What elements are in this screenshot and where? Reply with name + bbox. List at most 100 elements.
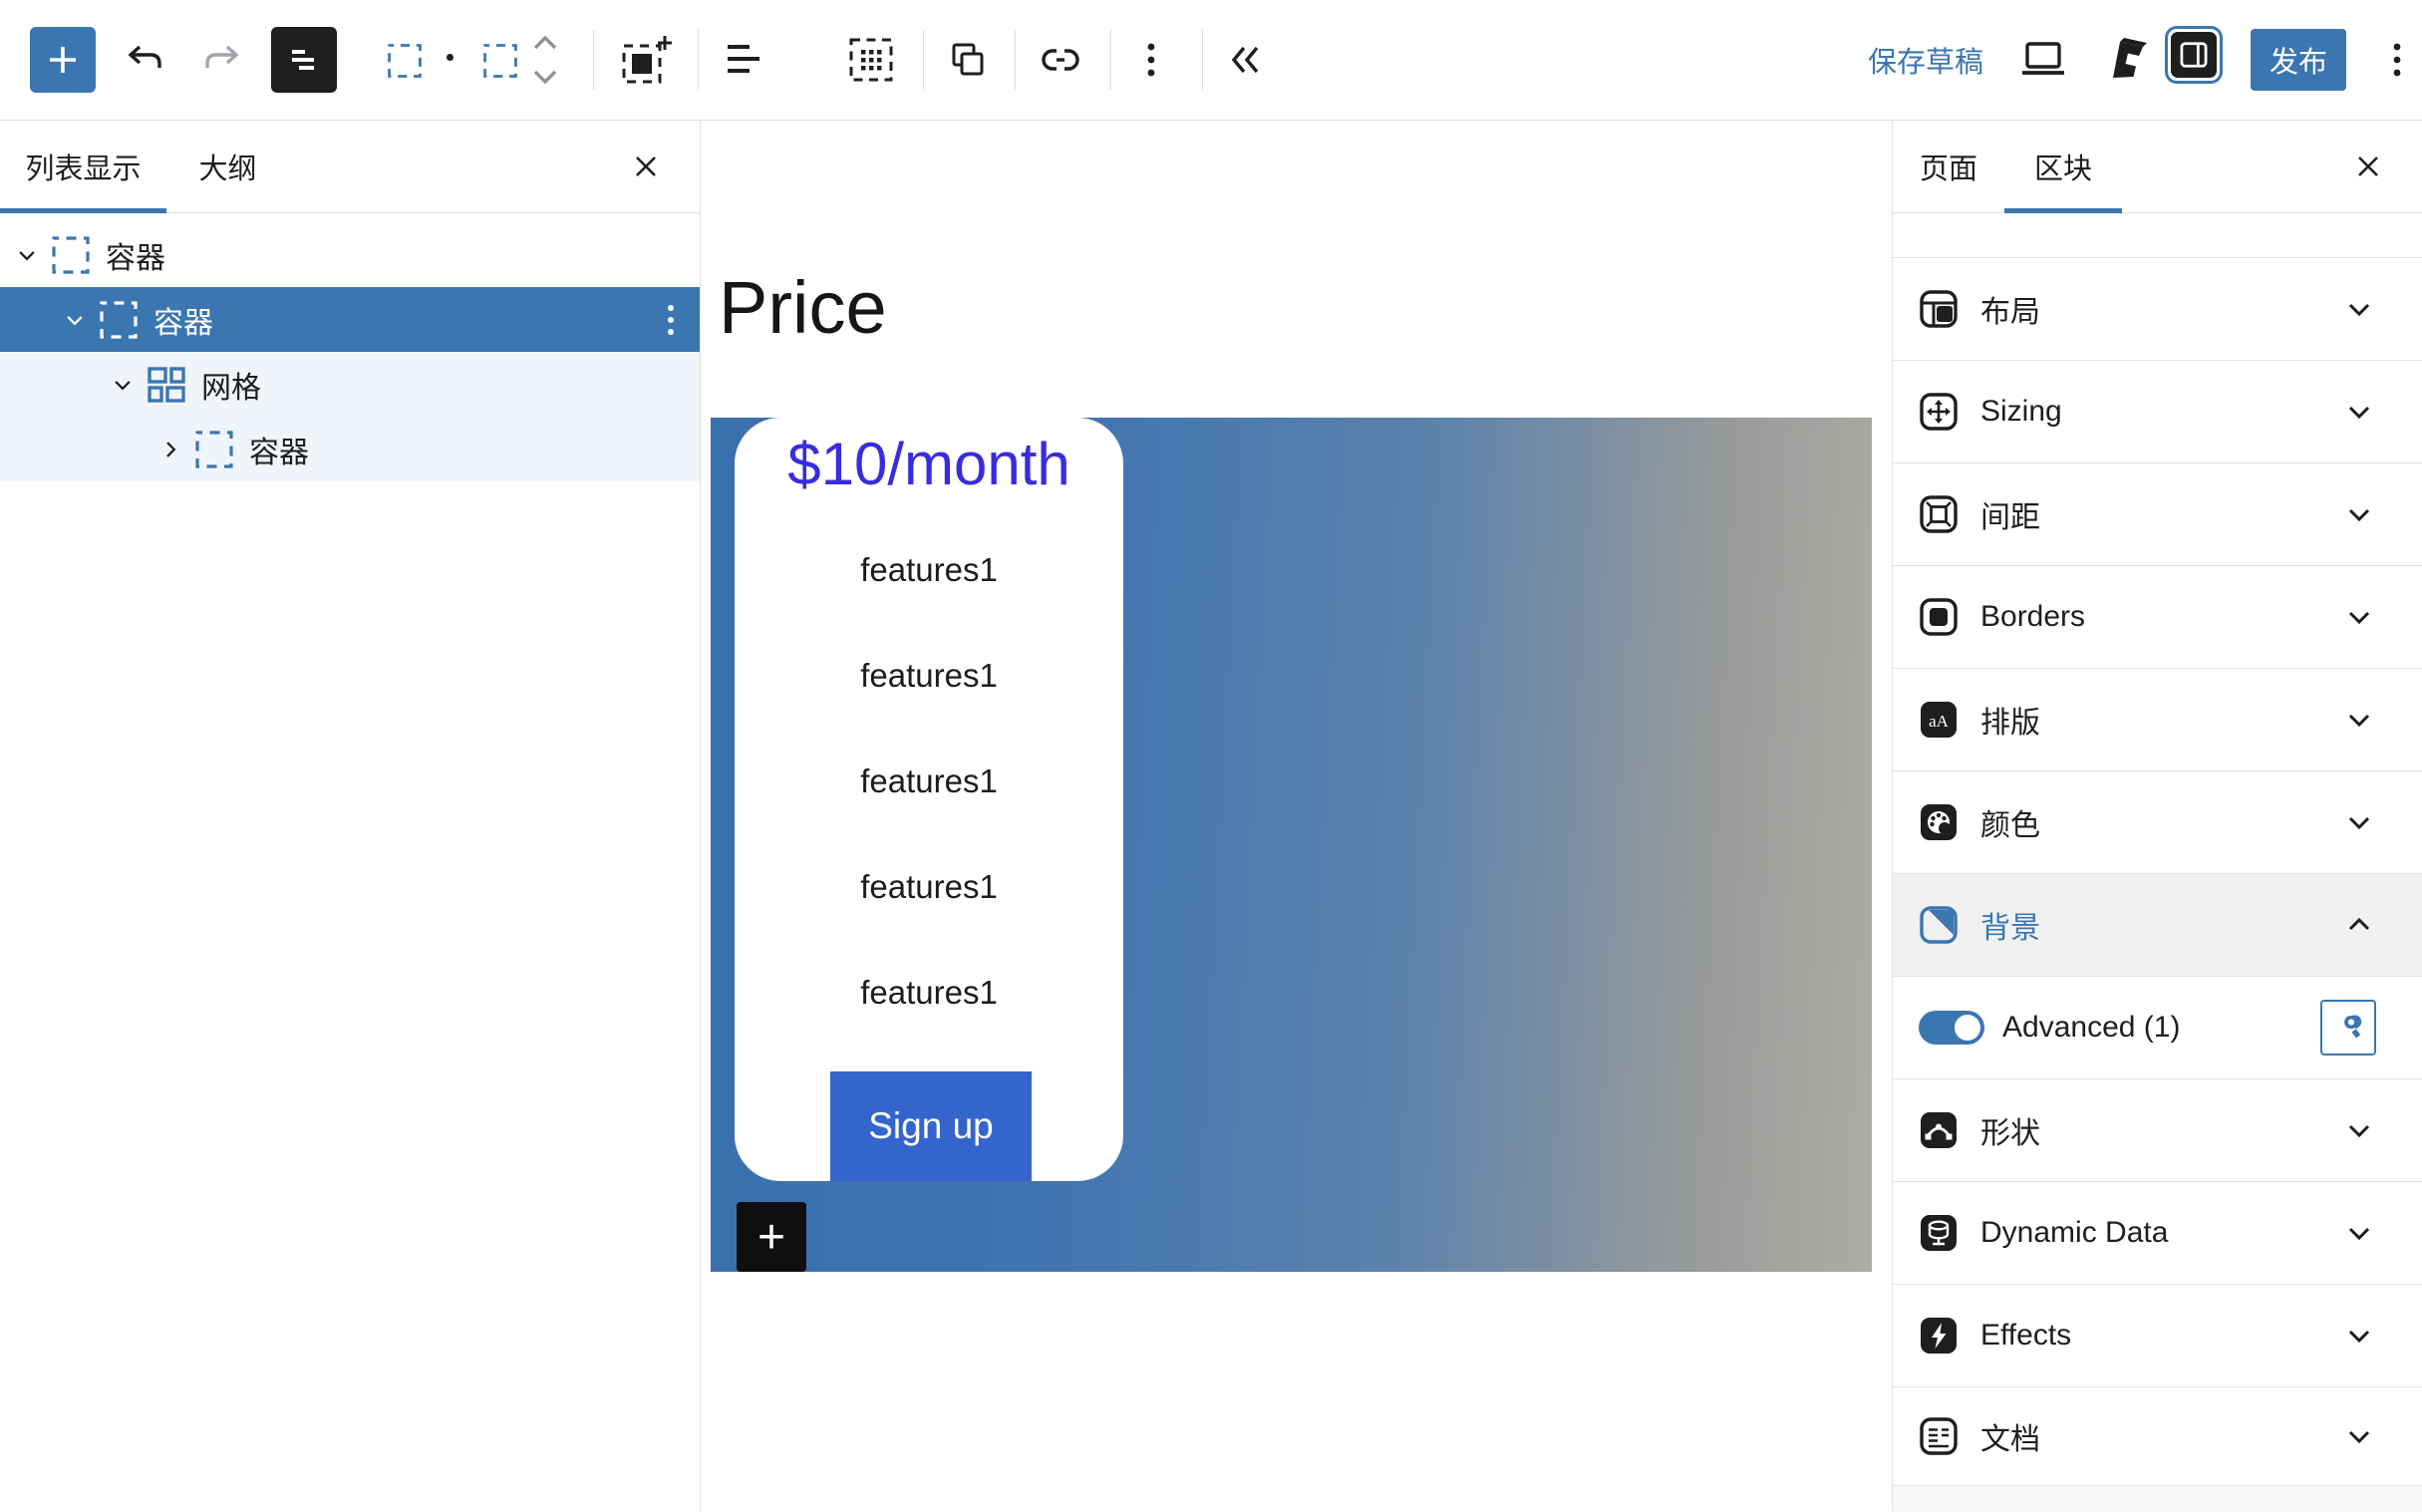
list-view-icon bbox=[292, 50, 314, 70]
close-list-view-button[interactable] bbox=[618, 120, 674, 212]
list-view-item-container[interactable]: 容器 bbox=[0, 417, 700, 481]
options-menu-icon[interactable] bbox=[660, 287, 682, 352]
inspector-section-dynamic-data[interactable]: Dynamic Data bbox=[1893, 1182, 2422, 1285]
inspector-section-borders[interactable]: Borders bbox=[1893, 566, 2422, 669]
tab-outline[interactable]: 大纲 bbox=[166, 120, 289, 212]
sidebar-icon bbox=[2180, 42, 2208, 68]
feature-text[interactable]: features1 bbox=[735, 759, 1123, 803]
pricing-card-block[interactable]: $10/month features1 features1 features1 fea… bbox=[735, 418, 1123, 1181]
block-inserter-button[interactable] bbox=[30, 27, 96, 93]
inspector-section-colors[interactable]: 颜色 bbox=[1893, 771, 2422, 874]
align-icon bbox=[728, 45, 759, 73]
chevron-down-icon bbox=[2342, 1113, 2376, 1147]
chevron-down-icon bbox=[2342, 600, 2376, 634]
chevron-down-icon bbox=[2342, 703, 2376, 737]
tab-page[interactable]: 页面 bbox=[1893, 120, 2004, 212]
options-button[interactable] bbox=[1138, 40, 1164, 80]
feature-text[interactable]: features1 bbox=[735, 548, 1123, 592]
layout-icon bbox=[1919, 289, 1959, 329]
borders-icon bbox=[1919, 597, 1959, 637]
settings-sidebar-toggle[interactable] bbox=[2165, 26, 2223, 84]
list-view-item-container[interactable]: 容器 bbox=[0, 222, 700, 287]
grid-block-icon bbox=[145, 363, 188, 407]
spacing-icon bbox=[1919, 494, 1959, 534]
inspector-section-document[interactable]: 文档 bbox=[1893, 1387, 2422, 1486]
dashed-block-icon bbox=[388, 44, 422, 78]
inspector-partial-row bbox=[1893, 1486, 2422, 1512]
inspector-header: 页面 区块 bbox=[1893, 120, 2422, 213]
feature-text[interactable]: features1 bbox=[735, 865, 1123, 909]
wrench-icon bbox=[2344, 1015, 2362, 1039]
chevron-right-icon[interactable] bbox=[157, 437, 183, 462]
chevron-down-icon bbox=[2342, 292, 2376, 326]
chevron-down-icon[interactable] bbox=[62, 307, 88, 333]
laptop-icon bbox=[2022, 42, 2064, 75]
chevron-down-icon[interactable] bbox=[14, 242, 40, 268]
inspector-section-background[interactable]: 背景 bbox=[1893, 874, 2422, 977]
ellipsis-vertical-icon bbox=[2393, 43, 2401, 77]
list-view-item-container[interactable]: 容器 bbox=[0, 287, 700, 352]
advanced-toggle[interactable] bbox=[1919, 1011, 1984, 1045]
close-sidebar-button[interactable] bbox=[2340, 120, 2396, 212]
preview-button[interactable] bbox=[2019, 40, 2067, 80]
add-block-button[interactable] bbox=[618, 32, 674, 88]
collapse-toolbar-button[interactable] bbox=[1224, 40, 1268, 80]
colors-icon bbox=[1919, 802, 1959, 842]
publish-button[interactable]: 发布 bbox=[2251, 29, 2346, 91]
breadcrumb-dot bbox=[447, 54, 454, 61]
list-view-item-grid[interactable]: 网格 bbox=[0, 352, 700, 417]
duplicate-button[interactable] bbox=[945, 38, 989, 82]
undo-button[interactable] bbox=[124, 38, 167, 82]
more-options-button[interactable] bbox=[2384, 40, 2410, 80]
inspector-section-effects[interactable]: Effects bbox=[1893, 1285, 2422, 1387]
ellipsis-vertical-icon bbox=[1147, 43, 1155, 77]
chevron-down-icon[interactable] bbox=[110, 372, 136, 398]
link-icon bbox=[1042, 49, 1079, 71]
redo-button[interactable] bbox=[199, 38, 243, 82]
move-block-buttons[interactable] bbox=[530, 30, 560, 90]
copy-icon bbox=[952, 43, 984, 76]
container-block-icon bbox=[49, 233, 93, 277]
undo-icon bbox=[128, 45, 161, 68]
alignment-button[interactable] bbox=[724, 42, 763, 78]
link-button[interactable] bbox=[1039, 40, 1082, 80]
block-tree: 容器 容器 网格 容器 bbox=[0, 213, 700, 481]
toolbar-divider bbox=[1202, 30, 1203, 90]
toolbar-divider bbox=[1015, 30, 1016, 90]
save-draft-button[interactable]: 保存草稿 bbox=[1868, 0, 1983, 120]
tab-block[interactable]: 区块 bbox=[2004, 120, 2122, 213]
chevron-down-icon bbox=[2342, 497, 2376, 531]
generateblocks-logo-icon bbox=[2113, 38, 2147, 78]
inspector-section-spacing[interactable]: 间距 bbox=[1893, 463, 2422, 566]
inspector-section-sizing[interactable]: Sizing bbox=[1893, 361, 2422, 463]
chevron-down-icon bbox=[2342, 395, 2376, 429]
grid-visualizer-button[interactable] bbox=[847, 36, 895, 84]
dotted-grid-icon bbox=[849, 38, 893, 82]
feature-text[interactable]: features1 bbox=[735, 654, 1123, 698]
chevron-down-icon bbox=[2342, 1419, 2376, 1453]
plus-icon bbox=[50, 47, 76, 73]
feature-text[interactable]: features1 bbox=[735, 971, 1123, 1015]
inspector-section-shapes[interactable]: 形状 bbox=[1893, 1079, 2422, 1182]
container-block-banner[interactable]: $10/month features1 features1 features1 fea… bbox=[711, 418, 1872, 1272]
document-icon bbox=[1919, 1416, 1959, 1456]
background-icon bbox=[1919, 905, 1959, 945]
inspector-sections: 布局 Sizing 间距 Borders aA 排版 颜色 背景 Advanced (1) 形状 D… bbox=[1893, 258, 2422, 1486]
toolbar-divider bbox=[593, 30, 594, 90]
svg-text:aA: aA bbox=[1929, 712, 1950, 731]
signup-button[interactable]: Sign up bbox=[830, 1071, 1032, 1181]
toolbar-divider bbox=[1110, 30, 1111, 90]
list-view-button[interactable] bbox=[271, 27, 337, 93]
inspector-section-typography[interactable]: aA 排版 bbox=[1893, 669, 2422, 771]
list-view-panel: 列表显示 大纲 容器 容器 网格 容器 bbox=[0, 120, 701, 1511]
block-appender-button[interactable]: + bbox=[737, 1202, 806, 1272]
select-block-button[interactable] bbox=[480, 41, 520, 81]
select-parent-button[interactable] bbox=[385, 41, 425, 81]
price-text[interactable]: $10/month bbox=[735, 430, 1123, 498]
inspector-section-layout[interactable]: 布局 bbox=[1893, 258, 2422, 361]
advanced-settings-button[interactable] bbox=[2320, 1000, 2376, 1056]
heading-block[interactable]: Price bbox=[719, 265, 887, 350]
tab-list-view[interactable]: 列表显示 bbox=[0, 120, 166, 213]
generateblocks-logo-button[interactable] bbox=[2103, 36, 2151, 84]
toolbar-divider bbox=[923, 30, 924, 90]
